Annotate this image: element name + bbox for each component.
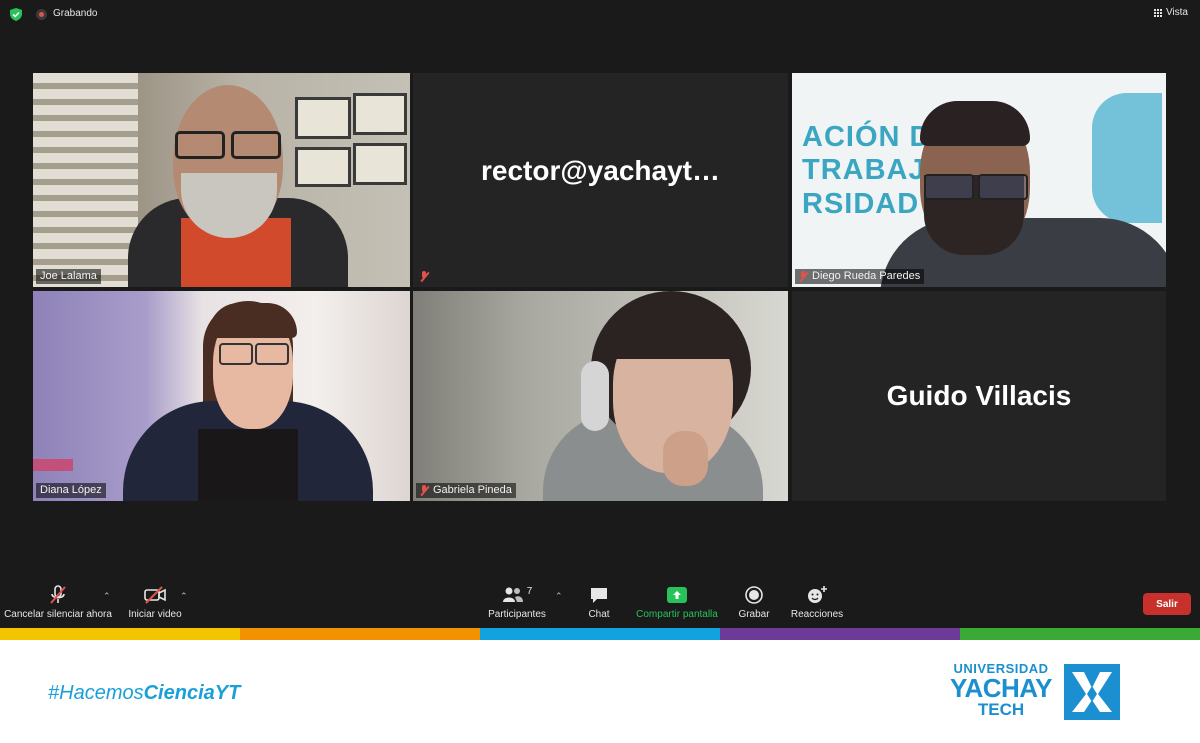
mic-muted-icon [420,485,429,496]
logo-line-3: TECH [977,700,1025,719]
leave-button[interactable]: Salir [1143,593,1191,615]
participants-options-caret-icon[interactable]: ⌃ [555,591,563,602]
share-screen-button[interactable]: Compartir pantalla [636,583,718,620]
view-button[interactable]: Vista [1153,7,1188,18]
participant-video [33,291,410,501]
video-off-icon [144,586,166,604]
audio-options-caret-icon[interactable]: ⌃ [103,591,111,602]
participant-tile-joe-lalama[interactable]: Joe Lalama [33,73,410,287]
participants-count: 7 [526,585,533,597]
reactions-icon [808,586,827,603]
branding-footer: #HacemosCienciaYT UNIVERSIDAD YACHAY TEC… [0,640,1200,743]
start-video-button[interactable]: Iniciar video [128,583,182,620]
chat-icon [591,588,607,603]
participant-name-tag [416,269,433,284]
participant-name: Diego Rueda Paredes [812,270,921,282]
start-video-label: Iniciar video [128,609,182,620]
participant-video [33,73,410,287]
logo-line-2: YACHAY [950,673,1053,703]
participants-button[interactable]: 7 Participantes [486,583,548,621]
video-options-caret-icon[interactable]: ⌃ [180,591,188,602]
participant-name-tag: Diana López [36,483,106,498]
participant-name: Diana López [40,484,102,496]
hashtag-bold: CienciaYT [143,682,241,704]
record-icon [745,586,763,604]
security-shield-icon[interactable] [10,8,22,21]
unmute-button[interactable]: Cancelar silenciar ahora [4,583,112,620]
reactions-label: Reacciones [790,609,844,620]
participants-icon [502,587,523,602]
participant-tile-diana-lopez[interactable]: Diana López [33,291,410,501]
top-bar: Grabando Vista [0,0,1200,28]
share-screen-label: Compartir pantalla [636,609,718,620]
record-label: Grabar [738,609,770,620]
hashtag: #HacemosCienciaYT [48,682,240,705]
recording-icon[interactable] [36,9,47,20]
meeting-toolbar: Cancelar silenciar ahora ⌃ Iniciar video… [0,583,1200,627]
microphone-muted-icon [50,585,66,604]
participant-name: Joe Lalama [40,270,97,282]
chat-label: Chat [588,609,610,620]
unmute-label: Cancelar silenciar ahora [4,609,112,620]
reactions-button[interactable]: Reacciones [790,583,844,620]
participant-name-tag: Joe Lalama [36,269,101,284]
participant-tile-diego-rueda-paredes[interactable]: ACIÓN DE E TRABAJAD RSIDAD YA Diego Rueda … [792,73,1166,287]
university-logo-mark-icon [1064,664,1120,720]
participant-tile-guido-villacis[interactable]: Guido Villacis [792,291,1166,501]
grid-view-icon [1153,8,1162,17]
participant-display-name: Guido Villacis [886,380,1072,411]
participants-label: Participantes [488,609,546,620]
mic-muted-icon [799,271,808,282]
view-label: Vista [1165,7,1188,18]
record-button[interactable]: Grabar [736,583,772,620]
participant-video [413,291,788,501]
participant-video: ACIÓN DE E TRABAJAD RSIDAD YA [792,73,1166,287]
participant-tile-gabriela-pineda[interactable]: Gabriela Pineda [413,291,788,501]
participant-display-name: rector@yachayt… [481,155,720,187]
brand-color-stripe [0,628,1200,640]
recording-label: Grabando [53,8,98,19]
participant-tile-rector[interactable]: rector@yachayt… [413,73,788,287]
participant-name: Gabriela Pineda [433,484,512,496]
participant-name-tag: Gabriela Pineda [416,483,516,498]
mic-muted-icon [420,271,429,282]
participant-name-tag: Diego Rueda Paredes [795,269,925,284]
university-logo-text: UNIVERSIDAD YACHAY TECH [950,662,1053,719]
chat-button[interactable]: Chat [583,583,615,620]
hashtag-prefix: #Hacemos [48,682,144,704]
share-screen-icon [667,587,687,603]
